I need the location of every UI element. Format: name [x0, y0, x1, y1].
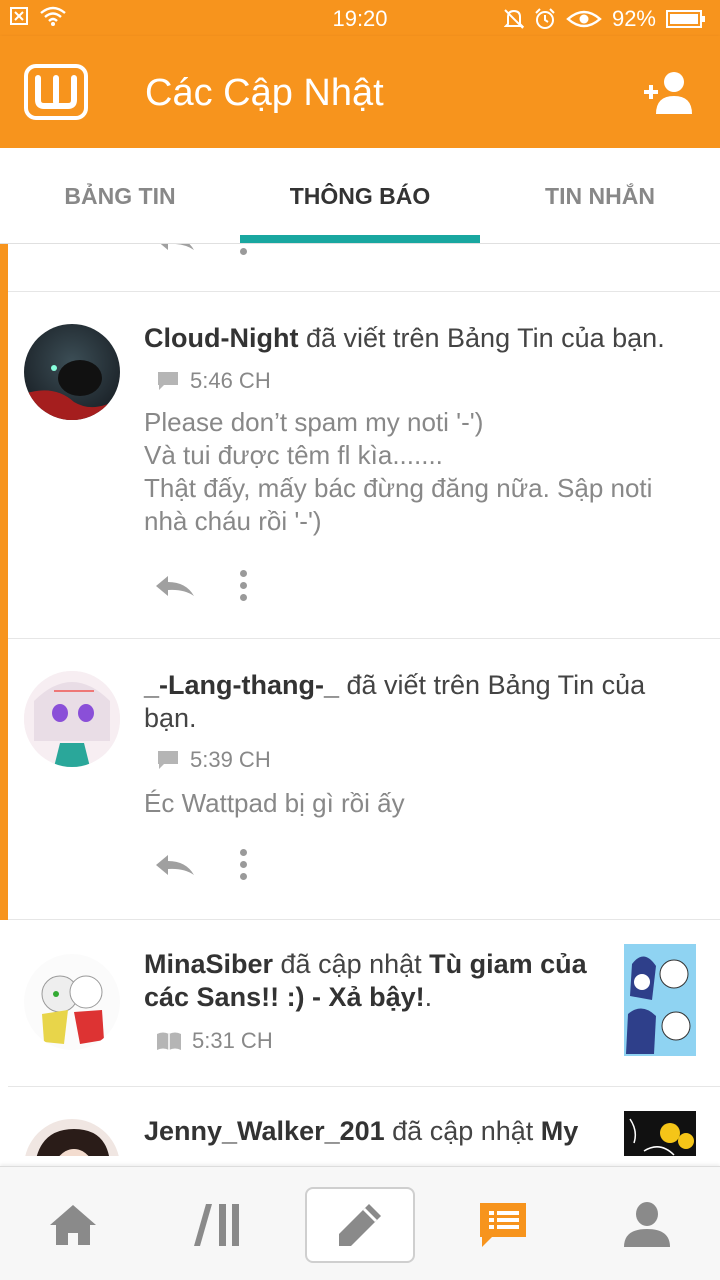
avatar[interactable] [24, 324, 120, 420]
list-item-partial [8, 244, 720, 292]
book-icon [157, 1032, 181, 1050]
item-action-text: đã viết trên Bảng Tin của bạn. [298, 323, 665, 353]
item-heading: Jenny_Walker_201 đã cập nhật My [144, 1115, 600, 1156]
eye-icon [566, 10, 602, 28]
item-meta: 5:39 CH [156, 747, 271, 773]
list-item[interactable]: Cloud-Night đã viết trên Bảng Tin của bạ… [8, 292, 720, 639]
status-bar: 19:20 92% [0, 0, 720, 36]
message-line: Và tui được têm fl kìa....... [144, 440, 443, 470]
username-link[interactable]: Cloud-Night [144, 323, 298, 353]
message-line: Thật đấy, mấy bác đừng đăng nữa. Sập not… [144, 473, 653, 503]
avatar[interactable] [24, 1119, 120, 1156]
list-item[interactable]: Jenny_Walker_201 đã cập nhật My [8, 1087, 720, 1156]
item-heading: MinaSiber đã cập nhật Tù giam của các Sa… [144, 948, 600, 1014]
battery-percent: 92% [611, 6, 656, 31]
add-user-button[interactable] [640, 70, 696, 121]
username-link[interactable]: _-Lang-thang-_ [144, 670, 339, 700]
username-link[interactable]: Jenny_Walker_201 [144, 1116, 385, 1146]
reply-icon[interactable] [152, 853, 196, 877]
nav-library-button[interactable] [162, 1187, 272, 1263]
item-actions [152, 849, 247, 880]
add-user-icon [644, 72, 692, 114]
message-line: Please don’t spam my noti '-') [144, 407, 484, 437]
item-meta: 5:46 CH [156, 368, 271, 394]
unread-indicator [0, 244, 8, 920]
username-link[interactable]: MinaSiber [144, 949, 273, 979]
avatar[interactable] [24, 671, 120, 767]
tab-bang-tin[interactable]: BẢNG TIN [0, 148, 240, 243]
tab-tin-nhan[interactable]: TIN NHẮN [480, 148, 720, 243]
reply-icon[interactable] [152, 244, 196, 252]
battery-icon [666, 10, 705, 28]
item-heading: _-Lang-thang-_ đã viết trên Bảng Tin của… [144, 669, 690, 735]
list-item[interactable]: MinaSiber đã cập nhật Tù giam của các Sa… [8, 920, 720, 1087]
item-time: 5:46 CH [190, 368, 271, 393]
tab-thong-bao[interactable]: THÔNG BÁO [240, 148, 480, 243]
notifications-icon [480, 1203, 526, 1247]
story-cover-thumbnail[interactable] [624, 1111, 696, 1156]
tab-bar: BẢNG TIN THÔNG BÁO TIN NHẮN [0, 148, 720, 244]
library-icon [194, 1204, 239, 1246]
status-right-icons: 92% [503, 6, 706, 32]
more-options-icon[interactable] [240, 244, 247, 255]
story-cover-thumbnail[interactable] [624, 944, 696, 1056]
item-time: 5:31 CH [192, 1028, 273, 1053]
comment-icon [158, 751, 178, 769]
nav-profile-button[interactable] [592, 1187, 702, 1263]
app-bar: Các Cập Nhật [0, 36, 720, 148]
nav-notifications-button[interactable] [448, 1187, 558, 1263]
wattpad-logo-icon[interactable] [24, 64, 88, 120]
item-heading: Cloud-Night đã viết trên Bảng Tin của bạ… [144, 322, 690, 355]
more-options-icon[interactable] [240, 849, 247, 880]
item-meta: 5:31 CH [156, 1028, 273, 1054]
page-title: Các Cập Nhật [145, 72, 384, 114]
message-text: Éc Wattpad bị gì rồi ấy [144, 787, 700, 820]
message-line: Éc Wattpad bị gì rồi ấy [144, 788, 405, 818]
avatar[interactable] [24, 954, 120, 1050]
nav-home-button[interactable] [18, 1187, 128, 1263]
item-action-suffix: . [424, 982, 433, 1012]
message-text: Please don’t spam my noti '-') Và tui đư… [144, 406, 700, 538]
more-options-icon[interactable] [240, 570, 247, 601]
profile-icon [624, 1202, 670, 1247]
message-line: nhà cháu rồi '-') [144, 506, 322, 536]
reply-icon[interactable] [152, 574, 196, 598]
item-action-text: đã cập nhật [384, 1116, 541, 1146]
bottom-navigation [0, 1166, 720, 1280]
nav-write-button[interactable] [305, 1187, 415, 1263]
item-time: 5:39 CH [190, 747, 271, 772]
story-title-link[interactable]: My [541, 1116, 579, 1146]
bell-off-icon [503, 9, 524, 29]
notification-feed[interactable]: Cloud-Night đã viết trên Bảng Tin của bạ… [0, 244, 720, 1156]
alarm-icon [535, 8, 555, 29]
comment-icon [158, 372, 178, 390]
list-item[interactable]: _-Lang-thang-_ đã viết trên Bảng Tin của… [8, 639, 720, 920]
pencil-icon [339, 1204, 381, 1246]
item-actions [152, 244, 247, 255]
item-action-text: đã cập nhật [273, 949, 430, 979]
home-icon [50, 1205, 96, 1245]
item-actions [152, 570, 247, 601]
